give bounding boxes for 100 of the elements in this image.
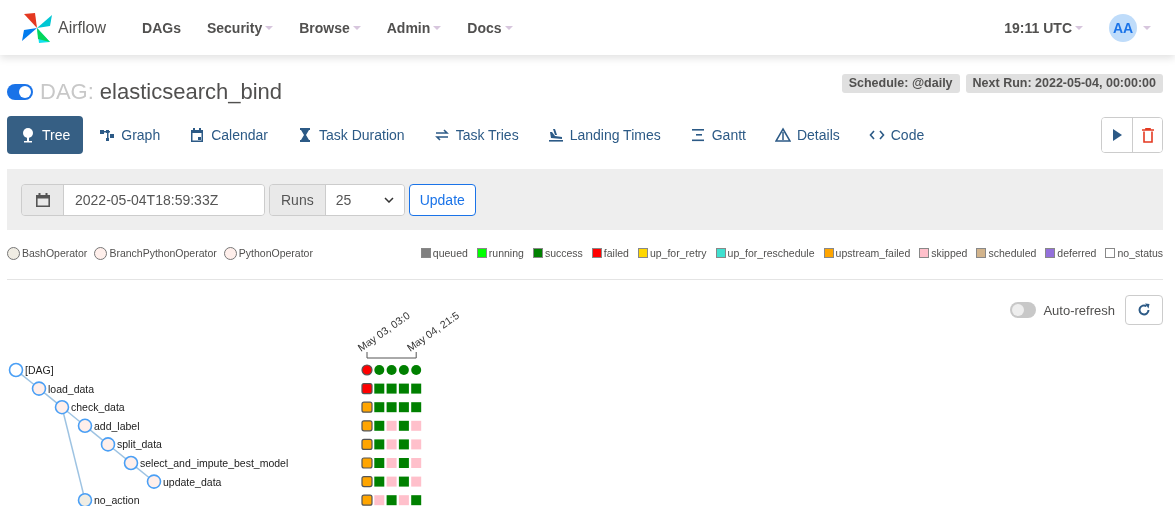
clock-menu[interactable]: 19:11 UTC xyxy=(1004,19,1083,36)
task-status-cell[interactable] xyxy=(361,476,373,488)
tree-node[interactable] xyxy=(100,437,116,452)
view-tab[interactable]: Gantt xyxy=(676,116,759,154)
pinwheel-logo-icon[interactable] xyxy=(20,10,54,45)
dag-toggle[interactable] xyxy=(7,84,33,100)
dag-name: elasticsearch_bind xyxy=(99,79,283,105)
task-status-cell[interactable] xyxy=(398,458,409,468)
operator-label: PythonOperator xyxy=(238,247,313,259)
task-status-cell[interactable] xyxy=(374,458,385,468)
run-status-dot[interactable] xyxy=(398,365,409,375)
task-status-cell[interactable] xyxy=(411,420,422,431)
view-tab[interactable]: Code xyxy=(855,116,938,154)
task-status-cell[interactable] xyxy=(374,402,385,413)
tree-node[interactable] xyxy=(31,381,47,396)
task-status-cell[interactable] xyxy=(411,402,422,413)
state-label: scheduled xyxy=(988,247,1037,259)
state-label: up_for_reschedule xyxy=(727,247,815,259)
task-status-cell[interactable] xyxy=(361,457,373,469)
task-label[interactable]: [DAG] xyxy=(25,364,54,376)
nav-menu-item[interactable]: Security xyxy=(206,19,274,36)
state-label: no_status xyxy=(1117,247,1163,259)
run-status-dot[interactable] xyxy=(386,365,397,375)
schedule-label: Schedule: @daily xyxy=(841,74,960,93)
task-status-cell[interactable] xyxy=(374,495,385,506)
refresh-button[interactable] xyxy=(1125,295,1163,325)
view-tab[interactable]: Landing Times xyxy=(534,116,674,154)
run-status-dot[interactable] xyxy=(374,365,385,375)
task-status-cell[interactable] xyxy=(374,420,385,431)
task-status-cell[interactable] xyxy=(398,495,409,506)
operator-label: BranchPythonOperator xyxy=(109,247,217,259)
brand-name[interactable]: Airflow xyxy=(58,18,106,37)
view-tab[interactable]: Details xyxy=(761,116,853,154)
tree-node[interactable] xyxy=(146,474,162,489)
task-status-cell[interactable] xyxy=(386,495,397,506)
task-label[interactable]: update_data xyxy=(163,475,222,488)
nav-menu-item[interactable]: Admin xyxy=(386,19,442,36)
task-label[interactable]: load_data xyxy=(48,382,95,395)
task-status-cell[interactable] xyxy=(361,383,373,395)
view-tab[interactable]: Task Tries xyxy=(420,116,532,154)
task-status-cell[interactable] xyxy=(411,495,422,506)
task-status-cell[interactable] xyxy=(398,439,409,450)
task-status-cell[interactable] xyxy=(361,494,373,506)
play-icon xyxy=(1112,129,1122,141)
tree-node[interactable] xyxy=(77,418,93,434)
task-status-cell[interactable] xyxy=(411,476,422,487)
task-label[interactable]: check_data xyxy=(71,401,125,414)
delete-dag-button[interactable] xyxy=(1132,118,1162,152)
nav-menu-item[interactable]: Docs xyxy=(467,19,513,36)
next-run-label: Next Run: 2022-05-04, 00:00:00 xyxy=(965,74,1163,93)
task-status-cell[interactable] xyxy=(398,476,409,487)
task-status-cell[interactable] xyxy=(386,458,397,468)
calendar-icon xyxy=(189,127,206,143)
task-status-cell[interactable] xyxy=(361,420,373,432)
auto-refresh-label: Auto-refresh xyxy=(1043,302,1115,318)
graph-icon xyxy=(99,127,116,143)
refresh-icon xyxy=(1137,303,1151,317)
nav-menu-item[interactable]: Browse xyxy=(299,19,361,36)
view-tab[interactable]: Calendar xyxy=(176,116,282,154)
task-status-cell[interactable] xyxy=(361,401,373,413)
task-status-cell[interactable] xyxy=(411,458,422,468)
task-status-cell[interactable] xyxy=(386,383,397,394)
task-status-cell[interactable] xyxy=(398,420,409,431)
task-label[interactable]: select_and_impute_best_model xyxy=(140,457,289,469)
task-status-cell[interactable] xyxy=(386,439,397,450)
gantt-icon xyxy=(689,127,706,143)
task-label[interactable]: no_action xyxy=(94,494,140,506)
view-tab[interactable]: Graph xyxy=(86,116,174,154)
tree-node[interactable] xyxy=(123,455,139,471)
landing-plane-icon xyxy=(547,127,564,143)
task-status-cell[interactable] xyxy=(386,420,397,431)
task-status-cell[interactable] xyxy=(411,383,422,394)
tree-node[interactable] xyxy=(54,399,70,415)
state-label: running xyxy=(488,247,524,259)
date-bracket xyxy=(366,351,417,359)
task-status-cell[interactable] xyxy=(374,476,385,487)
state-label: queued xyxy=(432,247,468,259)
state-label: skipped xyxy=(931,247,968,259)
task-label[interactable]: add_label xyxy=(94,419,140,432)
task-status-cell[interactable] xyxy=(374,439,385,450)
task-status-cell[interactable] xyxy=(374,383,385,394)
task-label[interactable]: split_data xyxy=(117,438,162,451)
tree-node[interactable] xyxy=(77,492,93,506)
task-status-cell[interactable] xyxy=(386,402,397,413)
run-status-dot[interactable] xyxy=(361,364,373,376)
task-status-cell[interactable] xyxy=(398,383,409,394)
view-tab[interactable]: Task Duration xyxy=(284,116,418,154)
state-label: deferred xyxy=(1057,247,1097,259)
tree-node[interactable] xyxy=(8,362,24,378)
task-status-cell[interactable] xyxy=(361,438,373,450)
run-status-dot[interactable] xyxy=(411,365,422,375)
task-status-cell[interactable] xyxy=(411,439,422,450)
warning-triangle-icon xyxy=(774,127,791,143)
nav-menu-item[interactable]: DAGs xyxy=(142,19,181,36)
view-tab[interactable]: Tree xyxy=(7,116,84,154)
task-status-cell[interactable] xyxy=(386,476,397,487)
auto-refresh-toggle[interactable] xyxy=(1010,302,1037,318)
trash-icon xyxy=(1141,127,1154,143)
update-button[interactable]: Update xyxy=(408,183,476,216)
task-status-cell[interactable] xyxy=(398,402,409,413)
